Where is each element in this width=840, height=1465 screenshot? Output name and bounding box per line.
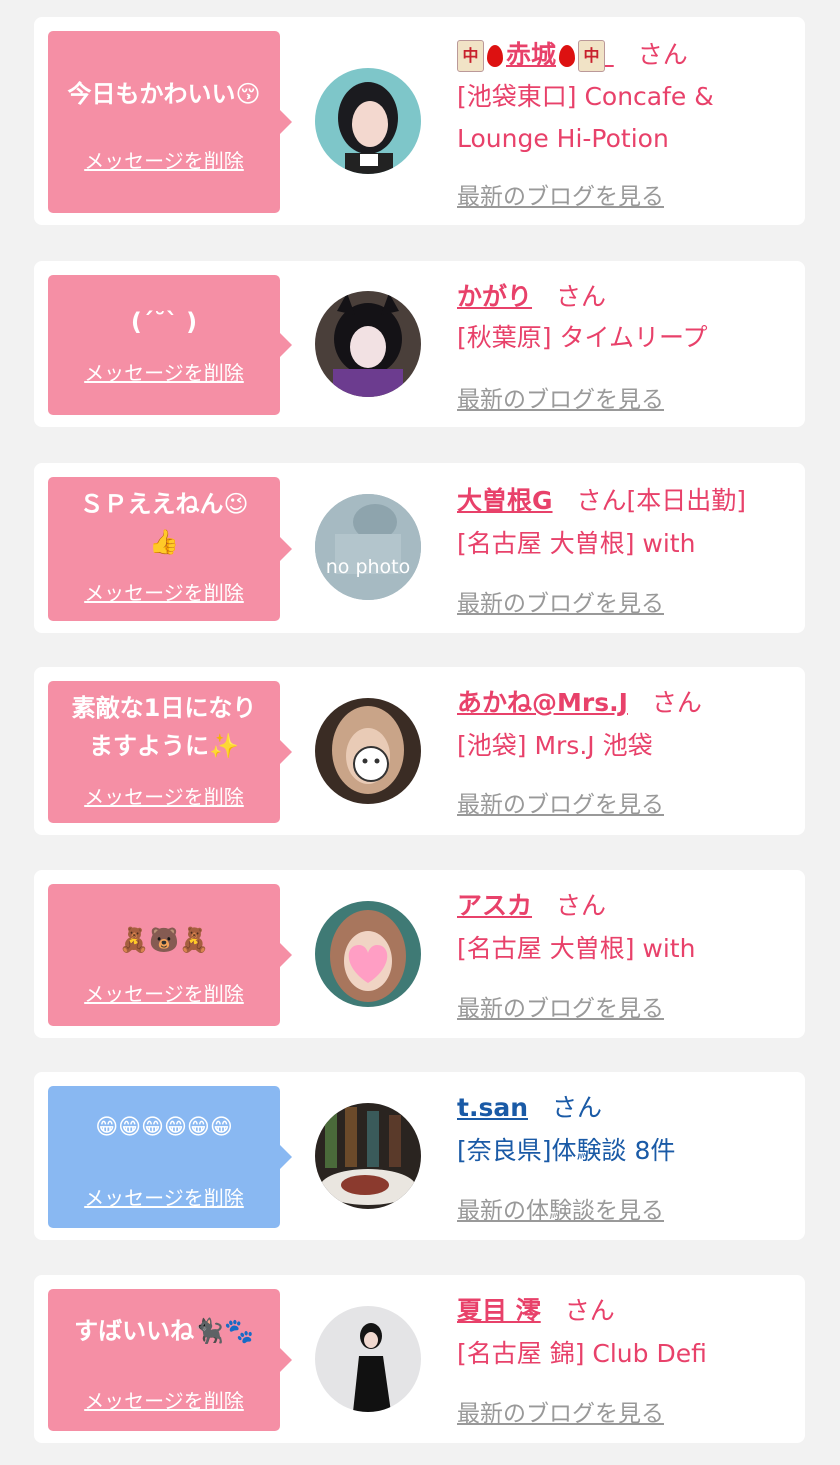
mahjong-tile-icon: 中 — [578, 40, 606, 72]
delete-message-link[interactable]: メッセージを削除 — [48, 1182, 280, 1211]
message-text: 素敵な1日になりますように✨ — [71, 694, 257, 760]
honorific: さん — [556, 282, 607, 311]
cast-name-link[interactable]: かがり — [457, 282, 532, 311]
cast-name-line: かがり さん — [457, 277, 606, 313]
review-count[interactable]: [奈良県]体験談 8件 — [457, 1130, 787, 1172]
cast-name-link[interactable]: 大曽根G — [457, 486, 553, 515]
latest-blog-link[interactable]: 最新のブログを見る — [457, 989, 664, 1023]
cast-name-link[interactable]: 夏目 澪 — [457, 1296, 541, 1325]
list-item: 今日もかわいい😚 メッセージを削除 中赤城中 さん [池袋東口] Concafe… — [34, 17, 805, 225]
shop-name[interactable]: [秋葉原] タイムリープ — [457, 317, 787, 359]
honorific: さん — [651, 688, 702, 717]
delete-message-link[interactable]: メッセージを削除 — [48, 978, 280, 1007]
message-bubble: すばいいね🐈‍⬛🐾 メッセージを削除 — [48, 1289, 292, 1431]
message-text: (ˊ˘ˋ ) — [130, 308, 198, 336]
honorific: さん — [552, 1093, 603, 1122]
cast-name-line: 中赤城中 さん — [457, 35, 688, 72]
avatar[interactable] — [315, 901, 421, 1007]
attendance-status: [本日出勤] — [626, 486, 747, 515]
cast-name-link[interactable]: あかね@Mrs.J — [457, 688, 628, 717]
honorific: さん — [637, 40, 688, 69]
message-text: 🧸🐻🧸 — [119, 926, 209, 954]
delete-message-link[interactable]: メッセージを削除 — [48, 357, 280, 386]
reviewer-name-link[interactable]: t.san — [457, 1093, 528, 1122]
delete-message-link[interactable]: メッセージを削除 — [48, 1385, 280, 1414]
cast-name-link[interactable]: アスカ — [457, 891, 532, 920]
delete-message-link[interactable]: メッセージを削除 — [48, 781, 280, 810]
message-bubble: 今日もかわいい😚 メッセージを削除 — [48, 31, 292, 213]
cast-name-link[interactable]: 中赤城中 — [457, 40, 614, 72]
message-text: すばいいね🐈‍⬛🐾 — [74, 1317, 254, 1345]
message-list: 今日もかわいい😚 メッセージを削除 中赤城中 さん [池袋東口] Concafe… — [0, 0, 840, 1465]
message-text: 今日もかわいい😚 — [67, 80, 261, 108]
avatar[interactable] — [315, 1103, 421, 1209]
cast-name-line: あかね@Mrs.J さん — [457, 683, 702, 719]
list-item: 😁😁😁😁😁😁 メッセージを削除 t.san さん [奈良県]体験談 8件 最新の体… — [34, 1072, 805, 1240]
delete-message-link[interactable]: メッセージを削除 — [48, 145, 280, 174]
cast-name-line: t.san さん — [457, 1088, 602, 1124]
latest-blog-link[interactable]: 最新のブログを見る — [457, 1394, 664, 1428]
message-bubble: (ˊ˘ˋ ) メッセージを削除 — [48, 275, 292, 415]
blood-drop-icon — [559, 45, 576, 67]
message-bubble: 😁😁😁😁😁😁 メッセージを削除 — [48, 1086, 292, 1228]
list-item: ＳＰええねん😉👍 メッセージを削除 no photo 大曽根G さん[本日出勤] … — [34, 463, 805, 633]
latest-blog-link[interactable]: 最新のブログを見る — [457, 785, 664, 819]
cast-name-line: 夏目 澪さん — [457, 1291, 615, 1327]
list-item: すばいいね🐈‍⬛🐾 メッセージを削除 夏目 澪さん [名古屋 錦] Club D… — [34, 1275, 805, 1443]
latest-blog-link[interactable]: 最新のブログを見る — [457, 584, 664, 618]
latest-review-link[interactable]: 最新の体験談を見る — [457, 1191, 664, 1225]
honorific: さん — [564, 1296, 615, 1325]
avatar[interactable] — [315, 68, 421, 174]
avatar[interactable] — [315, 698, 421, 804]
list-item: (ˊ˘ˋ ) メッセージを削除 かがり さん [秋葉原] タイムリープ 最新のブロ… — [34, 261, 805, 427]
honorific: さん — [576, 486, 627, 515]
message-text: ＳＰええねん😉👍 — [79, 490, 249, 556]
no-photo-label: no photo — [325, 556, 411, 578]
delete-message-link[interactable]: メッセージを削除 — [48, 577, 280, 606]
latest-blog-link[interactable]: 最新のブログを見る — [457, 380, 664, 414]
shop-name[interactable]: [名古屋 錦] Club Defi — [457, 1333, 787, 1375]
message-bubble: ＳＰええねん😉👍 メッセージを削除 — [48, 477, 292, 621]
latest-blog-link[interactable]: 最新のブログを見る — [457, 177, 664, 211]
list-item: 素敵な1日になりますように✨ メッセージを削除 あかね@Mrs.J さん [池袋]… — [34, 667, 805, 835]
cast-name-line: 大曽根G さん[本日出勤] — [457, 481, 746, 517]
avatar[interactable]: no photo — [315, 494, 421, 600]
blood-drop-icon — [487, 45, 503, 67]
shop-name[interactable]: [名古屋 大曽根] with — [457, 928, 787, 970]
avatar[interactable] — [315, 291, 421, 397]
cast-name-line: アスカ さん — [457, 886, 606, 922]
shop-name[interactable]: [池袋] Mrs.J 池袋 — [457, 725, 787, 767]
list-item: 🧸🐻🧸 メッセージを削除 アスカ さん [名古屋 大曽根] with 最新のブログ… — [34, 870, 805, 1038]
honorific: さん — [556, 891, 607, 920]
shop-name[interactable]: [池袋東口] Concafe & Lounge Hi-Potion — [457, 76, 787, 160]
shop-name[interactable]: [名古屋 大曽根] with — [457, 523, 787, 565]
avatar[interactable] — [315, 1306, 421, 1412]
mahjong-tile-icon: 中 — [457, 40, 484, 72]
message-bubble: 🧸🐻🧸 メッセージを削除 — [48, 884, 292, 1026]
message-bubble: 素敵な1日になりますように✨ メッセージを削除 — [48, 681, 292, 823]
message-text: 😁😁😁😁😁😁 — [95, 1115, 233, 1140]
